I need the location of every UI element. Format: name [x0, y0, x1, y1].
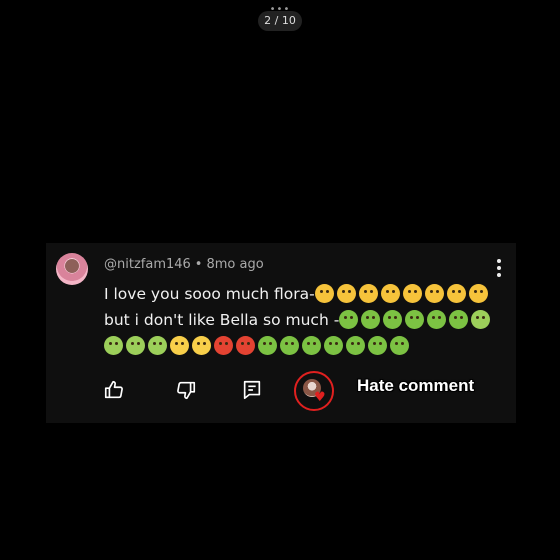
- comment-line-2-text: but i don't like Bella so much -: [104, 311, 340, 329]
- kissing-face-icon: [446, 284, 466, 303]
- nauseated-face-icon: [126, 336, 145, 355]
- comment-card: @nitzfam146 • 8mo ago I love you sooo much…: [46, 243, 516, 423]
- thumbs-up-icon[interactable]: [103, 379, 125, 401]
- vomiting-face-icon: [449, 310, 469, 329]
- heart-icon: ♥: [314, 390, 326, 405]
- kissing-face-icon: [358, 284, 378, 303]
- comment-line-1-text: I love you sooo much flora-: [104, 285, 315, 303]
- more-options-icon[interactable]: [496, 259, 502, 277]
- comment-line-2: but i don't like Bella so much -: [104, 307, 504, 333]
- avatar[interactable]: [56, 253, 88, 285]
- kissing-face-icon: [314, 284, 334, 303]
- comment-meta: @nitzfam146 • 8mo ago: [104, 257, 264, 272]
- comment-line-3: [104, 333, 504, 359]
- nauseated-face-icon: [148, 336, 167, 355]
- cursing-face-icon: [214, 336, 233, 355]
- page-counter: 2 / 10: [258, 11, 302, 31]
- vomiting-face-icon: [302, 336, 321, 355]
- vomiting-face-icon: [339, 310, 359, 329]
- vomiting-face-icon: [427, 310, 447, 329]
- vomiting-face-icon: [383, 310, 403, 329]
- kissing-face-icon: [424, 284, 444, 303]
- emoji-group-2: [339, 310, 493, 329]
- cursing-face-icon: [236, 336, 255, 355]
- kissing-face-icon: [402, 284, 422, 303]
- meta-separator: •: [194, 257, 203, 272]
- nauseated-face-icon: [471, 310, 491, 329]
- eye-roll-face-icon: [192, 336, 211, 355]
- kissing-face-icon: [336, 284, 356, 303]
- comment-body: I love you sooo much flora- but i don't …: [104, 281, 504, 359]
- vomiting-face-icon: [361, 310, 381, 329]
- vomiting-face-icon: [280, 336, 299, 355]
- creator-heart-icon[interactable]: ♥: [294, 371, 334, 411]
- thumbs-down-icon[interactable]: [175, 379, 197, 401]
- vomiting-face-icon: [368, 336, 387, 355]
- comment-actions: ♥ Hate comment: [46, 369, 516, 411]
- kissing-face-icon: [380, 284, 400, 303]
- eye-roll-face-icon: [170, 336, 189, 355]
- vomiting-face-icon: [405, 310, 425, 329]
- vomiting-face-icon: [258, 336, 277, 355]
- emoji-group-1: [314, 284, 491, 303]
- comment-author[interactable]: @nitzfam146: [104, 257, 191, 272]
- comment-line-1: I love you sooo much flora-: [104, 281, 504, 307]
- vomiting-face-icon: [346, 336, 365, 355]
- comment-time: 8mo ago: [206, 257, 264, 272]
- kissing-face-icon: [468, 284, 488, 303]
- vomiting-face-icon: [324, 336, 343, 355]
- nauseated-face-icon: [104, 336, 123, 355]
- annotation-label: Hate comment: [357, 376, 475, 395]
- emoji-group-3: [104, 336, 412, 355]
- vomiting-face-icon: [390, 336, 409, 355]
- reply-icon[interactable]: [241, 379, 263, 401]
